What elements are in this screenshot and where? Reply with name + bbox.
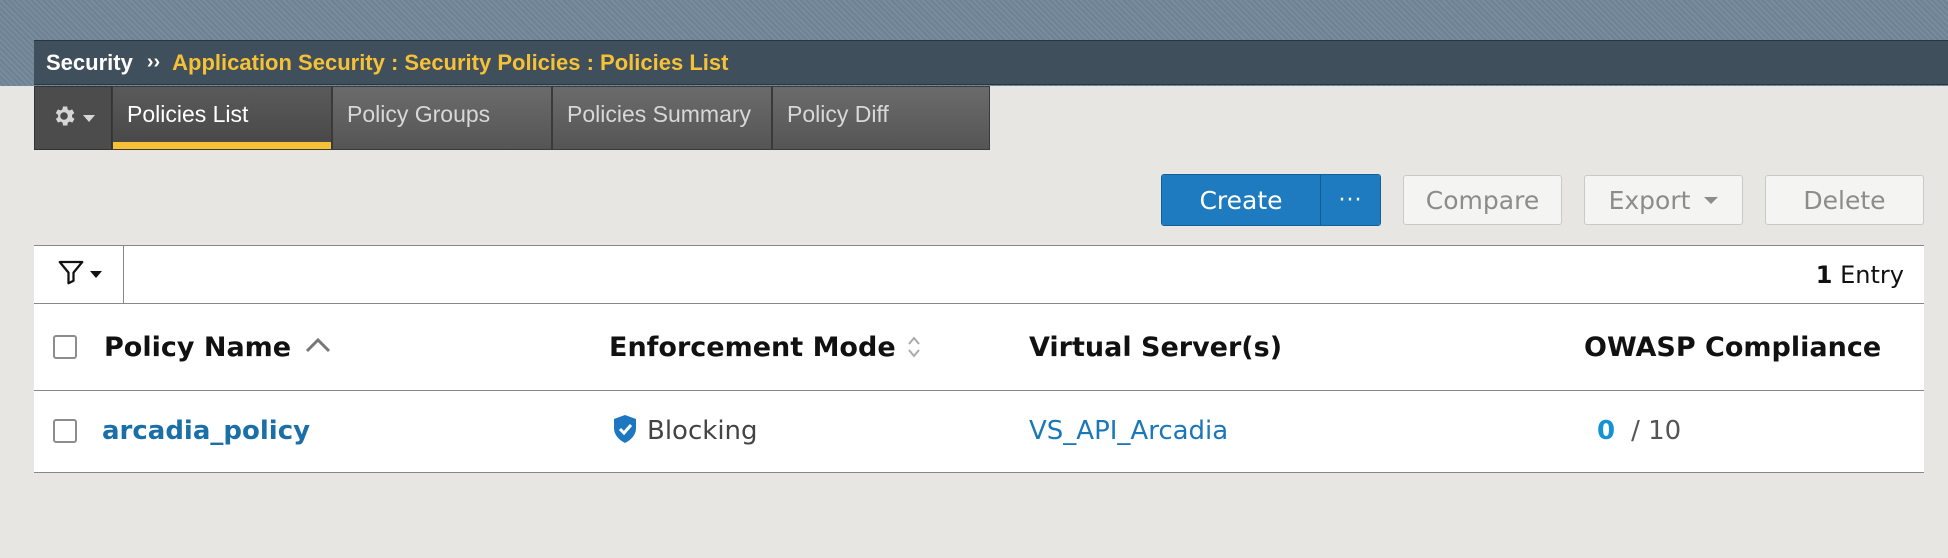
settings-menu-button[interactable] — [34, 86, 112, 150]
create-button-group: Create ··· — [1161, 174, 1381, 226]
column-virtual-servers: Virtual Server(s) — [1029, 304, 1282, 390]
owasp-score-link[interactable]: 0 — [1597, 416, 1615, 446]
action-toolbar: Create ··· Compare Export Delete — [1161, 174, 1924, 226]
filter-icon — [56, 257, 86, 292]
filter-bar: 1 Entry — [34, 245, 1924, 304]
export-label: Export — [1608, 185, 1691, 215]
column-header-label: Virtual Server(s) — [1029, 331, 1283, 363]
filter-button[interactable] — [34, 245, 124, 304]
entry-count-number: 1 — [1815, 260, 1833, 289]
sort-both-icon — [906, 334, 922, 360]
owasp-total: / 10 — [1631, 416, 1682, 446]
table-header: Policy Name Enforcement Mode Virtual Ser… — [34, 304, 1924, 391]
column-header-label: Policy Name — [104, 331, 292, 363]
breadcrumb-root[interactable]: Security — [46, 50, 133, 76]
gear-icon — [51, 103, 77, 134]
tab-policy-groups[interactable]: Policy Groups — [332, 86, 552, 150]
tab-policies-summary[interactable]: Policies Summary — [552, 86, 772, 150]
tab-label: Policies List — [127, 101, 249, 127]
more-options-button[interactable]: ··· — [1320, 175, 1380, 225]
tab-label: Policy Groups — [347, 101, 491, 127]
column-header-label: OWASP Compliance — [1584, 331, 1882, 363]
shield-check-icon — [611, 413, 639, 450]
tab-label: Policies Summary — [567, 101, 752, 127]
create-button[interactable]: Create — [1162, 175, 1320, 225]
chevron-down-icon — [1704, 196, 1719, 204]
row-checkbox[interactable] — [53, 419, 77, 443]
column-policy-name[interactable]: Policy Name — [104, 304, 331, 390]
column-owasp-compliance: OWASP Compliance — [1584, 304, 1881, 390]
select-all-checkbox[interactable] — [53, 335, 77, 359]
breadcrumb: Security ›› Application Security : Secur… — [34, 40, 1948, 85]
breadcrumb-path: Application Security : Security Policies… — [172, 49, 729, 75]
policy-name-link[interactable]: arcadia_policy — [102, 416, 310, 446]
tab-label: Policy Diff — [787, 101, 889, 127]
compare-button[interactable]: Compare — [1403, 175, 1562, 225]
chevron-down-icon — [83, 114, 95, 122]
table-row: arcadia_policy Blocking VS_API_Arcadia 0… — [34, 391, 1924, 471]
entry-count-label: Entry — [1840, 260, 1904, 289]
policies-table-panel: 1 Entry Policy Name Enforcement Mode Vir… — [34, 245, 1924, 473]
delete-button[interactable]: Delete — [1765, 175, 1924, 225]
tab-bar: Policies List Policy Groups Policies Sum… — [34, 86, 990, 150]
chevron-down-icon — [89, 271, 102, 278]
tab-policy-diff[interactable]: Policy Diff — [772, 86, 990, 150]
column-enforcement-mode[interactable]: Enforcement Mode — [609, 304, 922, 390]
virtual-server-link[interactable]: VS_API_Arcadia — [1029, 416, 1228, 446]
sort-ascending-icon — [305, 337, 331, 358]
export-button[interactable]: Export — [1584, 175, 1743, 225]
column-header-label: Enforcement Mode — [609, 331, 896, 363]
entry-count: 1 Entry — [1816, 261, 1904, 289]
breadcrumb-separator: ›› — [146, 51, 161, 73]
enforcement-mode-value: Blocking — [647, 416, 758, 446]
tab-policies-list[interactable]: Policies List — [112, 86, 332, 150]
